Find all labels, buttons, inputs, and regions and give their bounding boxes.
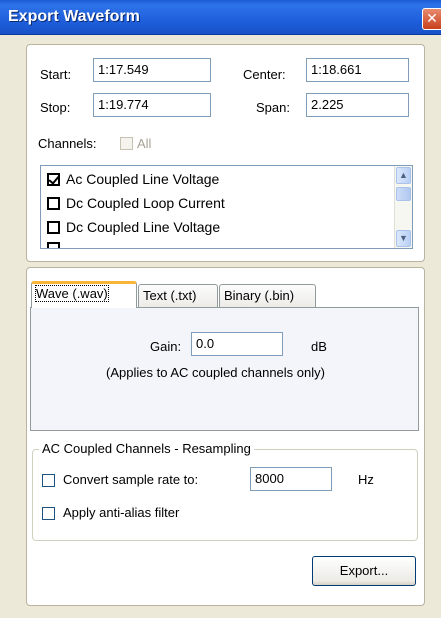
anti-alias-label: Apply anti-alias filter [63, 505, 180, 520]
scroll-thumb[interactable] [396, 187, 411, 201]
close-icon[interactable]: ✕ [422, 8, 441, 30]
channel-checkbox[interactable] [47, 197, 60, 210]
title-bar[interactable]: Export Waveform ✕ [0, 0, 441, 35]
tab-binary-label: Binary (.bin) [224, 288, 295, 303]
resampling-group-title: AC Coupled Channels - Resampling [39, 441, 254, 456]
channel-checkbox[interactable] [47, 221, 60, 234]
export-waveform-window: Export Waveform ✕ Start: 1:17.549 Center… [0, 0, 441, 618]
resampling-group [32, 449, 418, 541]
center-label: Center: [243, 67, 286, 82]
window-title: Export Waveform [8, 8, 140, 25]
list-item[interactable]: Dc Coupled Line Voltage [47, 218, 387, 238]
gain-field[interactable]: 0.0 [191, 332, 283, 356]
channels-list[interactable]: Ac Coupled Line Voltage Dc Coupled Loop … [40, 165, 413, 249]
scroll-down-icon[interactable]: ▼ [396, 230, 411, 247]
stop-label: Stop: [40, 100, 71, 115]
stop-field[interactable]: 1:19.774 [93, 93, 211, 117]
tab-binary[interactable]: Binary (.bin) [219, 284, 316, 308]
scroll-up-icon[interactable]: ▲ [396, 167, 411, 184]
tab-wave-label: Wave (.wav) [35, 285, 109, 302]
channels-label: Channels: [38, 136, 97, 151]
gain-label: Gain: [150, 339, 182, 354]
channel-label: Dc Coupled Line Voltage [66, 219, 221, 235]
list-item[interactable]: Dc Coupled Loop Current [47, 194, 387, 214]
channels-scrollbar[interactable]: ▲ ▼ [394, 166, 412, 248]
gain-unit: dB [311, 339, 327, 354]
tab-text-label: Text (.txt) [143, 288, 197, 303]
channel-label: Ac Coupled Line Voltage [66, 171, 220, 187]
options-panel: Wave (.wav) Text (.txt) Binary (.bin) Ga… [26, 267, 425, 606]
all-channels-checkbox[interactable] [120, 137, 133, 150]
gain-note: (Applies to AC coupled channels only) [106, 365, 325, 380]
center-field[interactable]: 1:18.661 [306, 58, 409, 82]
wave-tab-page: Gain: 0.0 dB (Applies to AC coupled chan… [30, 307, 419, 431]
tab-text[interactable]: Text (.txt) [138, 284, 218, 308]
range-panel: Start: 1:17.549 Center: 1:18.661 Stop: 1… [26, 44, 425, 262]
sample-rate-unit: Hz [358, 472, 374, 487]
span-label: Span: [256, 100, 290, 115]
list-item[interactable]: Ac Coupled Line Voltage [47, 170, 387, 190]
channel-label: Dc Coupled Loop Current [66, 195, 225, 211]
start-field[interactable]: 1:17.549 [93, 58, 211, 82]
convert-rate-checkbox[interactable] [42, 474, 55, 487]
start-label: Start: [40, 67, 72, 82]
channel-checkbox[interactable] [47, 173, 60, 186]
partial-list-item [47, 242, 60, 248]
sample-rate-field[interactable]: 8000 [250, 467, 332, 491]
convert-rate-label: Convert sample rate to: [63, 472, 199, 487]
all-channels-label: All [137, 136, 152, 151]
anti-alias-checkbox[interactable] [42, 507, 55, 520]
export-button[interactable]: Export... [312, 556, 416, 586]
span-field[interactable]: 2.225 [306, 93, 409, 117]
tab-wave[interactable]: Wave (.wav) [31, 281, 137, 308]
